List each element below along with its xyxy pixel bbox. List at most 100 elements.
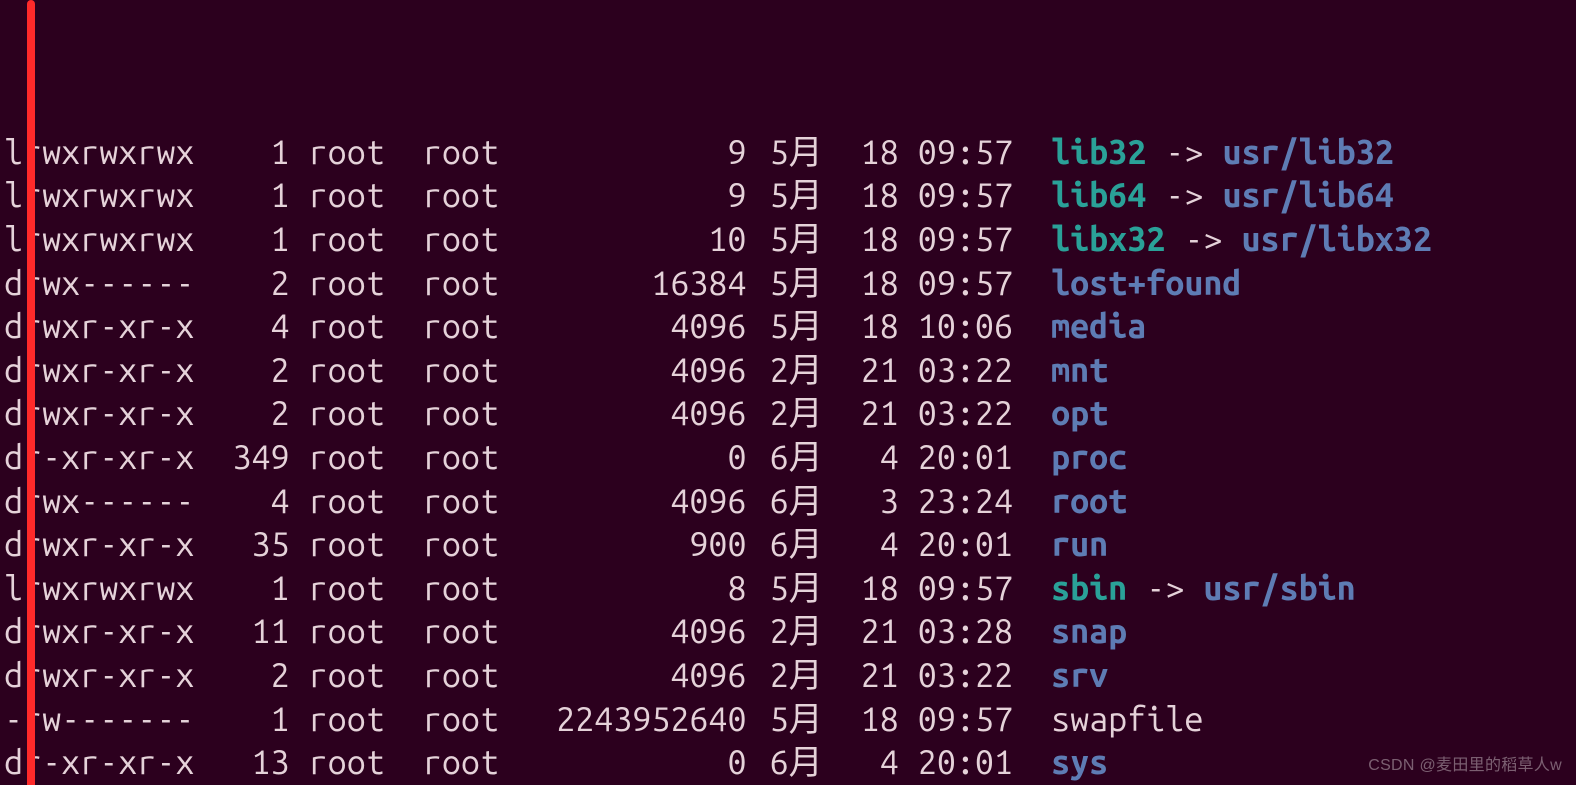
col-time: 03:22	[918, 349, 1032, 393]
col-owner: root	[309, 262, 404, 306]
col-group: root	[423, 349, 518, 393]
col-month: 2月	[766, 392, 823, 436]
col-month: 5月	[766, 131, 823, 175]
col-time: 03:28	[918, 610, 1032, 654]
col-group: root	[423, 698, 518, 742]
col-links: 1	[213, 174, 289, 218]
col-owner: root	[309, 480, 404, 524]
file-name: media	[1051, 305, 1146, 349]
listing-row: lrwxrwxrwx 1 root root 9 5月 18 09:57 lib…	[4, 174, 1576, 218]
col-group: root	[423, 654, 518, 698]
col-size: 8	[537, 567, 746, 611]
listing-row: dr-xr-xr-x 13 root root 0 6月 4 20:01 sys	[4, 741, 1576, 785]
col-links: 349	[213, 436, 289, 480]
file-name: libx32	[1051, 218, 1165, 262]
col-size: 4096	[537, 654, 746, 698]
col-group: root	[423, 305, 518, 349]
listing-row: lrwxrwxrwx 1 root root 9 5月 18 09:57 lib…	[4, 131, 1576, 175]
col-size: 4096	[537, 349, 746, 393]
col-links: 2	[213, 392, 289, 436]
file-name: lib64	[1051, 174, 1146, 218]
col-time: 20:01	[918, 523, 1032, 567]
col-owner: root	[309, 654, 404, 698]
col-size: 16384	[537, 262, 746, 306]
col-month: 5月	[766, 174, 823, 218]
file-name: lost+found	[1051, 262, 1241, 306]
col-owner: root	[309, 131, 404, 175]
watermark: CSDN @麦田里的稻草人w	[1368, 751, 1562, 775]
col-month: 5月	[766, 218, 823, 262]
col-size: 10	[537, 218, 746, 262]
col-day: 4	[842, 436, 899, 480]
col-time: 09:57	[918, 262, 1032, 306]
col-time: 20:01	[918, 741, 1032, 785]
col-day: 21	[842, 392, 899, 436]
listing-row: drwxr-xr-x 2 root root 4096 2月 21 03:22 …	[4, 654, 1576, 698]
col-group: root	[423, 218, 518, 262]
col-links: 35	[213, 523, 289, 567]
col-day: 21	[842, 349, 899, 393]
col-links: 2	[213, 262, 289, 306]
col-links: 1	[213, 218, 289, 262]
file-name: root	[1051, 480, 1127, 524]
col-owner: root	[309, 567, 404, 611]
listing-row: drwxr-xr-x 4 root root 4096 5月 18 10:06 …	[4, 305, 1576, 349]
col-month: 5月	[766, 567, 823, 611]
col-group: root	[423, 174, 518, 218]
col-links: 2	[213, 349, 289, 393]
col-time: 03:22	[918, 654, 1032, 698]
file-name: sys	[1051, 741, 1108, 785]
col-group: root	[423, 480, 518, 524]
file-name: srv	[1051, 654, 1108, 698]
col-owner: root	[309, 305, 404, 349]
terminal-output[interactable]: lrwxrwxrwx 1 root root 9 5月 18 09:57 lib…	[0, 0, 1576, 785]
col-time: 09:57	[918, 567, 1032, 611]
col-day: 21	[842, 654, 899, 698]
file-name: lib32	[1051, 131, 1146, 175]
listing-row: lrwxrwxrwx 1 root root 10 5月 18 09:57 li…	[4, 218, 1576, 262]
symlink-target: usr/lib64	[1222, 174, 1393, 218]
col-size: 900	[537, 523, 746, 567]
col-day: 18	[842, 698, 899, 742]
col-time: 09:57	[918, 174, 1032, 218]
col-day: 18	[842, 218, 899, 262]
col-owner: root	[309, 523, 404, 567]
col-links: 1	[213, 698, 289, 742]
col-group: root	[423, 262, 518, 306]
col-month: 6月	[766, 741, 823, 785]
listing-row: drwxr-xr-x 11 root root 4096 2月 21 03:28…	[4, 610, 1576, 654]
file-name: proc	[1051, 436, 1127, 480]
col-month: 6月	[766, 480, 823, 524]
file-name: sbin	[1051, 567, 1127, 611]
col-month: 5月	[766, 262, 823, 306]
col-time: 09:57	[918, 131, 1032, 175]
col-group: root	[423, 523, 518, 567]
col-month: 6月	[766, 436, 823, 480]
col-size: 2243952640	[537, 698, 746, 742]
col-time: 03:22	[918, 392, 1032, 436]
col-group: root	[423, 610, 518, 654]
col-day: 18	[842, 305, 899, 349]
col-group: root	[423, 131, 518, 175]
col-day: 3	[842, 480, 899, 524]
col-time: 10:06	[918, 305, 1032, 349]
col-owner: root	[309, 174, 404, 218]
col-links: 1	[213, 567, 289, 611]
symlink-arrow: ->	[1165, 218, 1241, 262]
col-size: 9	[537, 131, 746, 175]
file-name: run	[1051, 523, 1108, 567]
symlink-target: usr/lib32	[1222, 131, 1393, 175]
col-owner: root	[309, 698, 404, 742]
file-name: swapfile	[1051, 698, 1203, 742]
col-owner: root	[309, 349, 404, 393]
listing-row: drwx------ 4 root root 4096 6月 3 23:24 r…	[4, 480, 1576, 524]
annotation-red-bar	[27, 0, 35, 785]
col-group: root	[423, 392, 518, 436]
col-group: root	[423, 567, 518, 611]
col-day: 18	[842, 174, 899, 218]
col-time: 20:01	[918, 436, 1032, 480]
symlink-target: usr/sbin	[1203, 567, 1355, 611]
listing-row: dr-xr-xr-x 349 root root 0 6月 4 20:01 pr…	[4, 436, 1576, 480]
file-name: opt	[1051, 392, 1108, 436]
col-size: 0	[537, 436, 746, 480]
